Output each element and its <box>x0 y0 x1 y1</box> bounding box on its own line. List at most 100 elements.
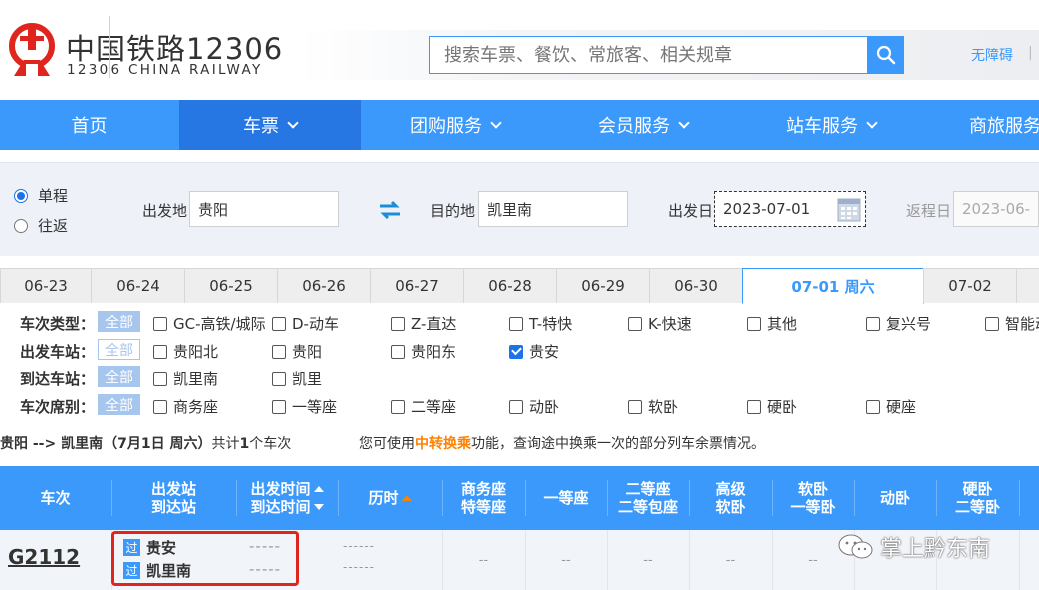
from-station-input[interactable] <box>189 191 339 227</box>
nav-item-station-service[interactable]: 站车服务 <box>737 100 925 150</box>
one-way-radio[interactable]: 单程 <box>14 185 68 206</box>
col-duration[interactable]: 历时 <box>338 466 442 530</box>
radio-label: 往返 <box>38 217 69 235</box>
filter-option[interactable]: 商务座 <box>153 396 218 417</box>
watermark: 掌上黔东南 <box>836 531 990 563</box>
filter-option[interactable]: T-特快 <box>509 313 572 334</box>
date-tab[interactable]: 06-27 <box>370 268 464 303</box>
filter-title: 到达车站： <box>20 370 96 388</box>
filter-option-label: 贵阳东 <box>411 343 457 361</box>
filter-option-label: 凯里南 <box>173 370 219 388</box>
col-label: 一等卧 <box>790 498 836 516</box>
date-tab-active[interactable]: 07-01 周六 <box>742 268 924 304</box>
col-soft-sleeper: 软卧 一等卧 <box>772 466 854 530</box>
filter-option[interactable]: 贵阳 <box>272 341 322 362</box>
date-tab[interactable]: 06-25 <box>184 268 278 303</box>
seat-second-cell: -- <box>643 552 653 568</box>
date-tab[interactable]: 06-28 <box>463 268 557 303</box>
filter-option-label: 贵阳 <box>292 343 323 361</box>
search-button[interactable] <box>867 36 904 74</box>
filter-option[interactable]: 复兴号 <box>866 313 931 334</box>
accessibility-link[interactable]: 无障碍 <box>971 45 1013 65</box>
sort-asc-icon[interactable] <box>401 495 412 501</box>
filter-option[interactable]: 凯里 <box>272 368 322 389</box>
filter-all-button[interactable]: 全部 <box>98 366 140 387</box>
filter-option-label: 硬座 <box>886 398 917 416</box>
checkbox-icon <box>509 316 523 331</box>
filter-option[interactable]: D-动车 <box>272 313 339 334</box>
filter-option-label: 贵安 <box>529 343 560 361</box>
date-tab[interactable]: 06-29 <box>556 268 650 303</box>
result-summary: 贵阳 --> 凯里南（7月1日 周六）共计1个车次 您可使用中转换乘功能，查询途… <box>0 433 1039 455</box>
col-premium-sleeper: 高级 软卧 <box>689 466 772 530</box>
filter-option-label: 二等座 <box>411 398 457 416</box>
date-tab[interactable] <box>1016 268 1039 303</box>
filter-option[interactable]: Z-直达 <box>391 313 456 334</box>
filter-all-button[interactable]: 全部 <box>98 394 140 415</box>
nav-item-home[interactable]: 首页 <box>0 100 179 150</box>
filter-option[interactable]: 贵阳北 <box>153 341 218 362</box>
calendar-icon[interactable] <box>837 196 861 222</box>
filter-option[interactable]: 贵安 <box>509 341 559 362</box>
nav-item-business-service[interactable]: 商旅服务 <box>925 100 1039 150</box>
checkbox-icon <box>153 344 167 359</box>
transfer-link[interactable]: 中转换乘 <box>415 436 471 452</box>
checkbox-icon <box>391 316 405 331</box>
col-business: 商务座 特等座 <box>442 466 525 530</box>
filter-option[interactable]: 贵阳东 <box>391 341 456 362</box>
swap-stations-icon[interactable] <box>378 200 402 220</box>
filter-option[interactable]: 二等座 <box>391 396 456 417</box>
sort-desc-icon[interactable] <box>313 504 324 510</box>
col-times[interactable]: 出发时间 到达时间 <box>236 466 338 530</box>
col-label: 历时 <box>368 489 399 507</box>
col-label: 出发站 <box>150 480 196 498</box>
filter-option[interactable]: 硬卧 <box>747 396 797 417</box>
filter-option[interactable]: 软卧 <box>628 396 678 417</box>
filter-option[interactable]: 硬座 <box>866 396 916 417</box>
date-tab[interactable]: 06-23 <box>0 268 92 303</box>
filter-all-button[interactable]: 全部 <box>98 339 140 360</box>
date-tab[interactable]: 06-30 <box>649 268 743 303</box>
filter-all-button[interactable]: 全部 <box>98 311 140 332</box>
nav-item-member-service[interactable]: 会员服务 <box>549 100 737 150</box>
to-station-input[interactable] <box>478 191 628 227</box>
train-number-link[interactable]: G2112 <box>8 545 80 569</box>
filter-option[interactable]: 凯里南 <box>153 368 218 389</box>
transfer-tip: 您可使用中转换乘功能，查询途中换乘一次的部分列车余票情况。 <box>359 433 765 453</box>
date-tab[interactable]: 06-26 <box>277 268 371 303</box>
col-stations: 出发站 到达站 <box>111 466 236 530</box>
col-label: 二等卧 <box>954 498 1000 516</box>
filter-option[interactable]: 动卧 <box>509 396 559 417</box>
filter-option[interactable]: K-快速 <box>628 313 692 334</box>
filter-option-label: 一等座 <box>292 398 338 416</box>
filter-option[interactable]: 一等座 <box>272 396 337 417</box>
watermark-text: 掌上黔东南 <box>880 537 991 562</box>
site-search-input[interactable] <box>429 36 867 74</box>
return-date-input[interactable] <box>953 191 1039 227</box>
nav-item-label: 车票 <box>243 116 279 137</box>
sort-asc-icon[interactable] <box>313 486 324 492</box>
filter-option-label: D-动车 <box>292 315 339 333</box>
return-date-label: 返程日 <box>906 202 952 220</box>
col-label: 到达时间 <box>250 498 311 516</box>
nav-item-label: 会员服务 <box>598 116 670 137</box>
nav-item-tickets[interactable]: 车票 <box>179 100 361 150</box>
filter-option[interactable]: GC-高铁/城际 <box>153 313 266 334</box>
nav-item-group-service[interactable]: 团购服务 <box>361 100 549 150</box>
round-trip-radio[interactable]: 往返 <box>14 215 68 236</box>
checkbox-icon <box>272 371 286 386</box>
filter-option[interactable]: 其他 <box>747 313 797 334</box>
date-tab[interactable]: 07-02 <box>923 268 1017 303</box>
tip-prefix: 您可使用 <box>359 436 415 452</box>
col-label: 特等座 <box>460 498 506 516</box>
col-label: 动卧 <box>879 489 910 507</box>
chevron-down-icon <box>287 116 299 129</box>
filter-option-label: 其他 <box>767 315 798 333</box>
railway-logo-icon[interactable] <box>6 22 58 78</box>
col-label: 软卧 <box>797 480 828 498</box>
filter-option[interactable]: 智能动车组 <box>985 313 1039 334</box>
date-tab[interactable]: 06-24 <box>91 268 185 303</box>
tip-suffix: 功能，查询途中换乘一次的部分列车余票情况。 <box>471 436 765 452</box>
checkbox-icon <box>272 399 286 414</box>
search-icon <box>876 45 895 65</box>
